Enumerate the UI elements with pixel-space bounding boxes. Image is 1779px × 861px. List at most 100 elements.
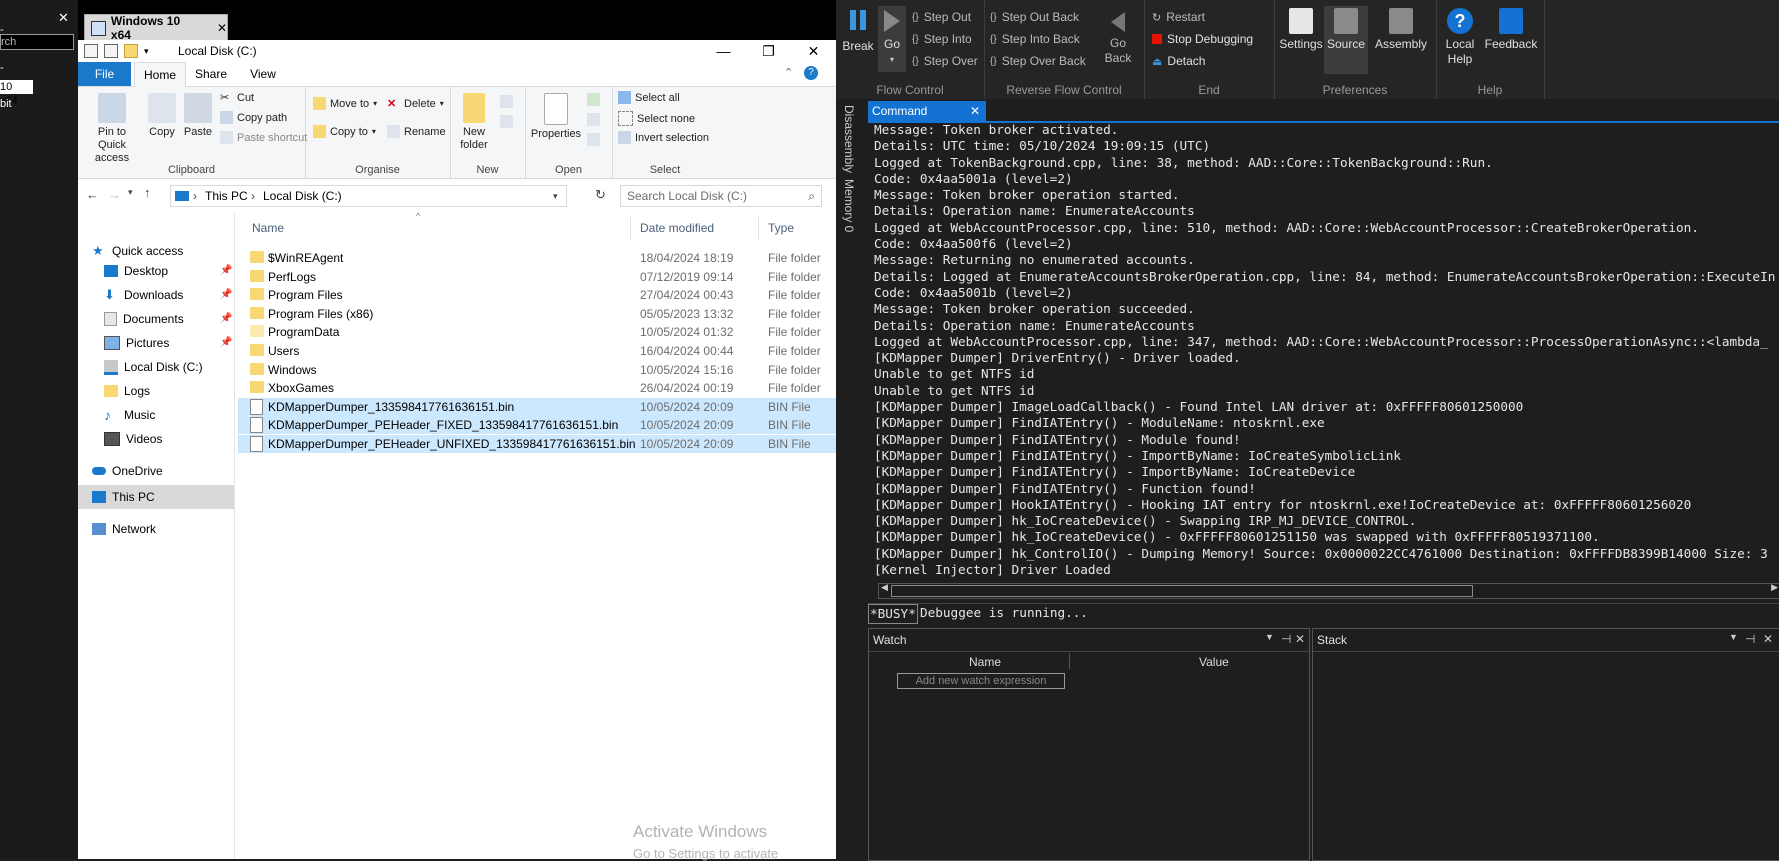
chevron-down-icon[interactable]: ▾: [128, 187, 133, 198]
column-type[interactable]: Type: [768, 221, 794, 235]
step-into-button[interactable]: {} Step Into: [912, 32, 972, 46]
cut-button[interactable]: ✂ Cut: [220, 91, 254, 105]
refresh-icon[interactable]: ↻: [595, 187, 606, 203]
vm-item-bit[interactable]: bit: [0, 98, 12, 110]
rename-button[interactable]: Rename: [387, 125, 446, 138]
go-back-button[interactable]: Go Back: [1100, 8, 1136, 66]
table-row[interactable]: KDMapperDumper_PEHeader_UNFIXED_13359841…: [238, 435, 836, 453]
local-help-button[interactable]: ? Local Help: [1440, 8, 1480, 67]
step-into-back-button[interactable]: {} Step Into Back: [990, 32, 1080, 46]
feedback-button[interactable]: Feedback: [1482, 8, 1540, 52]
help-icon[interactable]: ?: [804, 66, 818, 80]
table-row[interactable]: Program Files 27/04/2024 00:43 File folder: [238, 286, 836, 304]
nav-desktop[interactable]: Desktop: [104, 261, 168, 281]
close-button[interactable]: ✕: [791, 40, 836, 62]
up-arrow-icon[interactable]: ↑: [144, 185, 151, 200]
table-row[interactable]: $WinREAgent 18/04/2024 18:19 File folder: [238, 249, 836, 267]
copy-to-button[interactable]: Copy to ▾: [313, 125, 376, 138]
tab-memory[interactable]: Memory 0: [842, 179, 856, 232]
edit-icon[interactable]: [587, 113, 600, 126]
tab-disassembly[interactable]: Disassembly: [842, 105, 856, 173]
table-row[interactable]: KDMapperDumper_133598417761636151.bin 10/…: [238, 397, 836, 416]
nav-music[interactable]: ♪ Music: [104, 405, 155, 425]
nav-network[interactable]: Network: [92, 519, 156, 539]
scroll-left-icon[interactable]: ◀: [881, 582, 888, 593]
restart-button[interactable]: ↻ Restart: [1152, 10, 1205, 24]
properties-button[interactable]: Properties: [529, 93, 583, 141]
move-to-button[interactable]: Move to ▾: [313, 97, 377, 110]
scroll-right-icon[interactable]: ▶: [1771, 582, 1778, 593]
chevron-down-icon[interactable]: ▼: [1265, 632, 1274, 642]
tab-view[interactable]: View: [238, 62, 288, 86]
address-bar[interactable]: › This PC › Local Disk (C:) ▾: [170, 185, 567, 207]
table-row[interactable]: ProgramData 10/05/2024 01:32 File folder: [238, 323, 836, 341]
collapse-ribbon-icon[interactable]: ⌃: [784, 66, 793, 79]
break-button[interactable]: Break: [840, 8, 876, 54]
new-item-icon[interactable]: [500, 95, 513, 108]
vm-search-input[interactable]: rch: [0, 34, 74, 50]
invert-selection-button[interactable]: Invert selection: [618, 131, 709, 144]
copy-path-button[interactable]: Copy path: [220, 111, 287, 124]
table-row[interactable]: XboxGames 26/04/2024 00:19 File folder: [238, 379, 836, 397]
nav-logs[interactable]: Logs: [104, 381, 150, 401]
nav-downloads[interactable]: ⬇ Downloads: [104, 285, 183, 305]
close-icon[interactable]: ✕: [970, 101, 980, 121]
minimize-button[interactable]: —: [701, 40, 746, 62]
pin-quick-access-button[interactable]: Pin to Quick access: [84, 93, 140, 165]
close-icon[interactable]: ✕: [1763, 632, 1773, 646]
history-icon[interactable]: [587, 133, 600, 146]
stop-debugging-button[interactable]: Stop Debugging: [1152, 32, 1253, 46]
properties-icon[interactable]: [104, 44, 118, 58]
tab-command[interactable]: Command ✕: [868, 101, 986, 121]
paste-button[interactable]: Paste: [180, 93, 216, 139]
nav-this-pc[interactable]: This PC: [92, 487, 155, 507]
watch-expression-input[interactable]: Add new watch expression: [897, 673, 1065, 689]
horizontal-scrollbar[interactable]: ◀ ▶: [878, 582, 1779, 599]
close-icon[interactable]: ✕: [58, 10, 69, 26]
detach-button[interactable]: ⏏ Detach: [1152, 54, 1205, 68]
nav-onedrive[interactable]: OneDrive: [92, 461, 163, 481]
chevron-down-icon[interactable]: ▼: [1729, 632, 1738, 642]
step-over-back-button[interactable]: {} Step Over Back: [990, 54, 1086, 68]
source-button[interactable]: Source: [1324, 6, 1368, 74]
new-folder-button[interactable]: New folder: [454, 93, 494, 152]
breadcrumb-drive[interactable]: Local Disk (C:): [263, 186, 342, 206]
settings-button[interactable]: Settings: [1278, 8, 1324, 52]
close-icon[interactable]: ✕: [217, 21, 227, 35]
table-row[interactable]: Windows 10/05/2024 15:16 File folder: [238, 361, 836, 379]
paste-shortcut-button[interactable]: Paste shortcut: [220, 131, 307, 144]
select-none-button[interactable]: Select none: [618, 111, 695, 126]
maximize-button[interactable]: ❐: [746, 40, 791, 62]
assembly-button[interactable]: Assembly: [1370, 8, 1432, 52]
pin-icon[interactable]: ⊣: [1745, 632, 1755, 646]
delete-button[interactable]: ✕ Delete ▾: [387, 97, 444, 111]
table-row[interactable]: Program Files (x86) 05/05/2023 13:32 File …: [238, 305, 836, 323]
tab-home[interactable]: Home: [134, 62, 186, 88]
chevron-down-icon[interactable]: ▾: [553, 186, 558, 206]
step-out-back-button[interactable]: {} Step Out Back: [990, 10, 1079, 24]
search-input[interactable]: Search Local Disk (C:) ⌕: [620, 185, 822, 207]
column-name[interactable]: Name: [252, 221, 284, 235]
easy-access-icon[interactable]: [500, 115, 513, 128]
breadcrumb-this-pc[interactable]: This PC: [205, 186, 248, 206]
copy-button[interactable]: Copy: [144, 93, 180, 139]
step-over-button[interactable]: {} Step Over: [912, 54, 978, 68]
chevron-down-icon[interactable]: ▾: [144, 46, 149, 57]
go-button[interactable]: Go ▾: [878, 6, 906, 72]
back-arrow-icon[interactable]: ←: [86, 187, 99, 202]
open-icon[interactable]: [587, 93, 600, 106]
table-row[interactable]: Users 16/04/2024 00:44 File folder: [238, 342, 836, 360]
column-date[interactable]: Date modified: [640, 221, 714, 235]
nav-videos[interactable]: Videos: [104, 429, 162, 449]
nav-local-disk[interactable]: Local Disk (C:): [104, 357, 203, 377]
table-row[interactable]: PerfLogs 07/12/2019 09:14 File folder: [238, 268, 836, 286]
step-out-button[interactable]: {} Step Out: [912, 10, 971, 24]
pin-icon[interactable]: ⊣: [1281, 632, 1291, 646]
nav-pictures[interactable]: Pictures: [104, 333, 169, 353]
nav-quick-access[interactable]: ★ Quick access: [92, 241, 183, 261]
select-all-button[interactable]: Select all: [618, 91, 680, 104]
scrollbar-thumb[interactable]: [891, 585, 1473, 597]
command-input-row[interactable]: *BUSY* Debuggee is running...: [868, 603, 1779, 624]
forward-arrow-icon[interactable]: →: [108, 187, 121, 202]
tab-share[interactable]: Share: [186, 62, 236, 86]
